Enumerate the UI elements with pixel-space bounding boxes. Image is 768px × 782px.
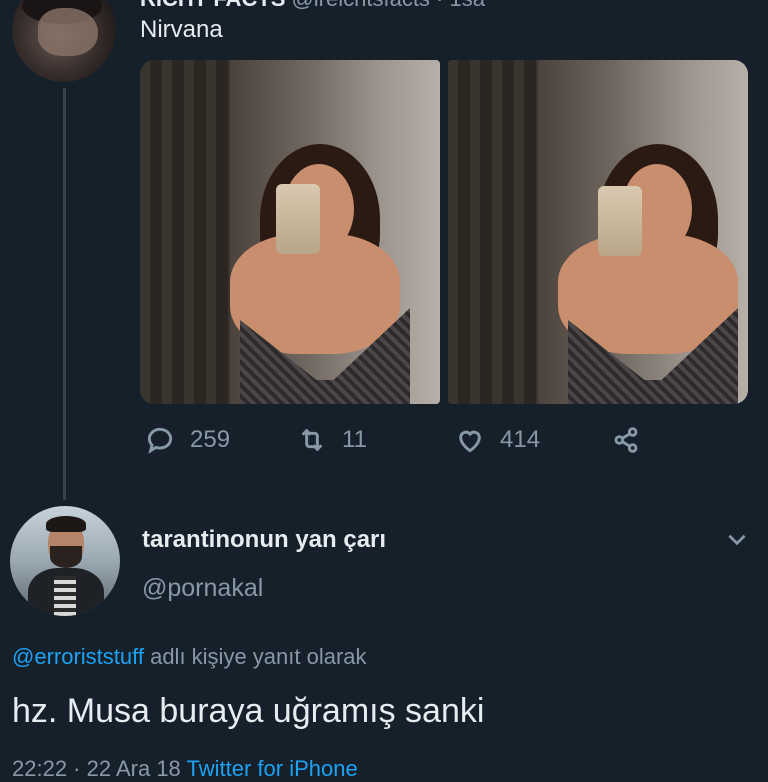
phone-shape — [598, 186, 642, 256]
avatar-shirt-stripes — [54, 576, 76, 616]
avatar-hair-shape — [46, 516, 86, 532]
tweet-source-link[interactable]: Twitter for iPhone — [187, 756, 358, 781]
original-author-name[interactable]: RICHT FACTS @ireichtsfacts · 1sa — [140, 0, 485, 12]
avatar-face-shape — [38, 8, 98, 56]
replying-to-suffix: adlı kişiye yanıt olarak — [143, 644, 367, 669]
like-count: 414 — [500, 426, 541, 453]
share-button[interactable] — [610, 424, 642, 456]
reply-button[interactable]: 259 — [144, 424, 230, 456]
chevron-down-icon — [728, 534, 746, 546]
reply-author-avatar[interactable] — [10, 506, 120, 616]
tweet-timestamp[interactable]: 22:22 · 22 Ara 18 — [12, 756, 187, 781]
retweet-icon — [301, 428, 323, 452]
retweet-button[interactable]: 11 — [296, 424, 367, 456]
original-display-name: RICHT FACTS — [140, 0, 285, 11]
reply-count: 259 — [190, 426, 231, 453]
reply-display-name[interactable]: tarantinonun yan çarı — [142, 526, 386, 554]
person-figure — [518, 104, 738, 404]
reply-tweet-text: hz. Musa buraya uğramış sanki — [12, 692, 485, 730]
tweet-photo-2[interactable] — [448, 60, 748, 404]
heart-icon — [459, 430, 481, 453]
share-icon — [614, 427, 638, 453]
tweet-photo-1[interactable] — [140, 60, 440, 404]
replying-to-mention[interactable]: @erroriststuff — [12, 644, 144, 669]
retweet-count: 11 — [342, 426, 367, 453]
replying-to-line: @erroriststuff adlı kişiye yanıt olarak — [12, 644, 367, 670]
avatar-beard-shape — [50, 546, 82, 568]
original-handle: @ireichtsfacts · 1sa — [291, 0, 485, 11]
reply-icon — [147, 427, 173, 454]
tweet-meta-footer: 22:22 · 22 Ara 18 Twitter for iPhone — [12, 756, 358, 782]
thread-connector-line — [63, 88, 66, 500]
phone-shape — [276, 184, 320, 254]
person-figure — [200, 104, 420, 404]
more-options-button[interactable] — [724, 526, 750, 552]
original-author-avatar[interactable] — [12, 0, 116, 82]
reply-handle[interactable]: @pornakal — [142, 574, 263, 603]
like-button[interactable]: 414 — [454, 424, 540, 456]
original-tweet-text: Nirvana — [140, 16, 223, 43]
